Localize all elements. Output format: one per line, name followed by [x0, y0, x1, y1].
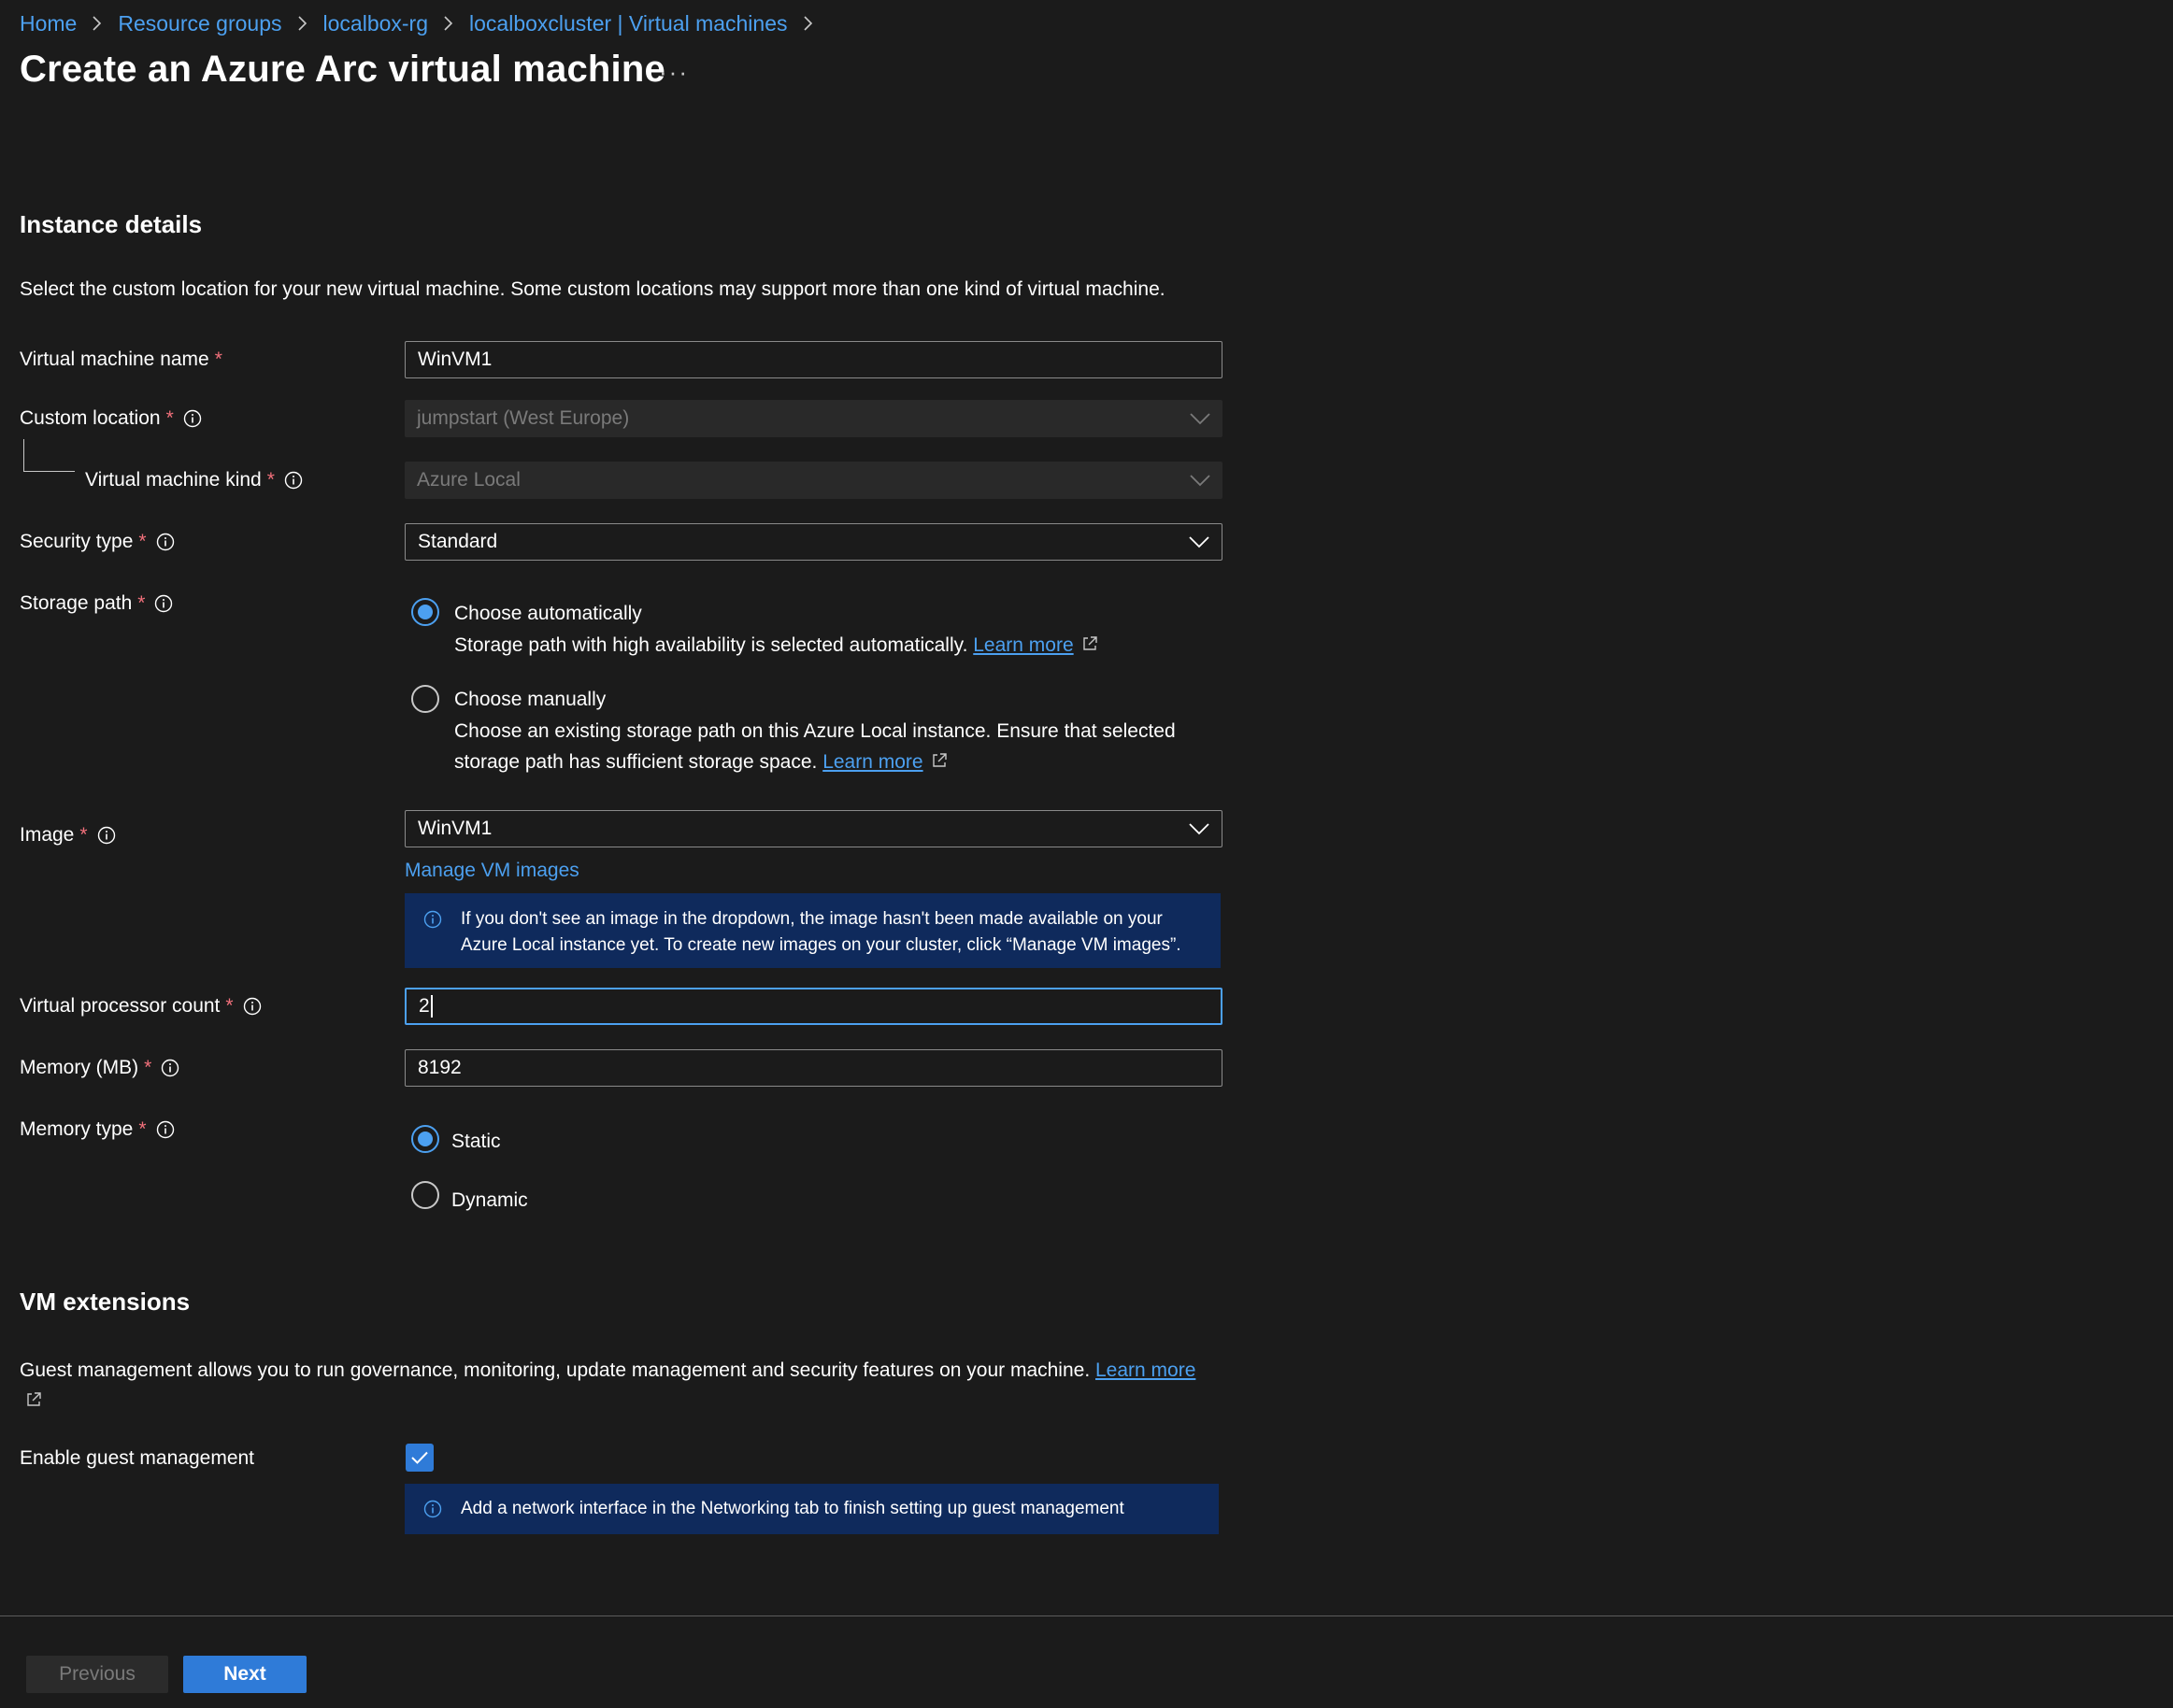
security-type-label: Security type * [20, 523, 175, 561]
breadcrumb-resource-group[interactable]: localbox-rg [323, 11, 429, 36]
text-caret [430, 995, 433, 1018]
security-type-dropdown[interactable]: Standard [405, 523, 1222, 561]
chevron-down-icon [1189, 536, 1209, 548]
learn-more-link[interactable]: Learn more [822, 751, 922, 773]
required-marker: * [138, 1118, 147, 1140]
storage-auto-description: Storage path with high availability is s… [454, 630, 1098, 661]
custom-location-label: Custom location * [20, 400, 202, 437]
checkmark-icon [411, 1451, 428, 1464]
more-options-icon[interactable]: ··· [659, 58, 689, 87]
info-icon[interactable] [161, 1059, 179, 1077]
guest-management-info-box: Add a network interface in the Networkin… [405, 1484, 1219, 1534]
external-link-icon [1081, 635, 1098, 652]
footer-divider [0, 1615, 2173, 1616]
vm-extensions-heading: VM extensions [20, 1288, 191, 1316]
info-icon[interactable] [97, 826, 116, 845]
next-button[interactable]: Next [183, 1656, 307, 1693]
chevron-down-icon [1189, 823, 1209, 835]
info-icon[interactable] [243, 997, 262, 1016]
storage-manual-label[interactable]: Choose manually [454, 689, 606, 711]
chevron-right-icon [92, 15, 103, 32]
storage-manual-radio[interactable] [411, 685, 439, 713]
learn-more-link[interactable]: Learn more [973, 634, 1073, 656]
chevron-down-icon [1190, 475, 1210, 487]
required-marker: * [137, 592, 146, 614]
image-info-box: If you don't see an image in the dropdow… [405, 893, 1221, 968]
image-label: Image * [20, 817, 116, 854]
memory-static-radio[interactable] [411, 1125, 439, 1153]
required-marker: * [225, 995, 234, 1017]
storage-path-label: Storage path * [20, 585, 173, 622]
chevron-down-icon [1190, 413, 1210, 425]
required-marker: * [165, 407, 174, 429]
vcpu-input[interactable]: 2 [405, 988, 1222, 1025]
required-marker: * [266, 469, 275, 491]
memory-dynamic-radio[interactable] [411, 1181, 439, 1209]
instance-details-description: Select the custom location for your new … [20, 278, 1165, 300]
required-marker: * [214, 349, 222, 370]
external-link-icon [25, 1391, 42, 1408]
previous-button[interactable]: Previous [26, 1656, 168, 1693]
info-icon[interactable] [154, 594, 173, 613]
vm-kind-dropdown: Azure Local [405, 462, 1222, 499]
guest-management-label: Enable guest management [20, 1447, 255, 1469]
info-icon[interactable] [183, 409, 202, 428]
learn-more-link[interactable]: Learn more [1095, 1359, 1195, 1381]
image-dropdown[interactable]: WinVM1 [405, 810, 1222, 847]
breadcrumb: Home Resource groups localbox-rg localbo… [20, 7, 829, 39]
breadcrumb-resource-groups[interactable]: Resource groups [118, 11, 281, 36]
info-icon [423, 910, 442, 929]
vcpu-label: Virtual processor count * [20, 988, 262, 1025]
info-icon[interactable] [156, 533, 175, 551]
info-icon[interactable] [156, 1120, 175, 1139]
chevron-right-icon [803, 15, 814, 32]
memory-dynamic-label[interactable]: Dynamic [451, 1189, 528, 1212]
instance-details-heading: Instance details [20, 210, 203, 238]
chevron-right-icon [297, 15, 308, 32]
vm-name-input[interactable]: WinVM1 [405, 341, 1222, 378]
required-marker: * [138, 531, 147, 552]
vm-extensions-description: Guest management allows you to run gover… [20, 1355, 1235, 1416]
required-marker: * [144, 1057, 152, 1078]
tree-connector [23, 439, 75, 472]
breadcrumb-virtual-machines[interactable]: localboxcluster | Virtual machines [469, 11, 788, 36]
memory-static-label[interactable]: Static [451, 1131, 501, 1153]
storage-auto-label[interactable]: Choose automatically [454, 603, 642, 625]
info-icon[interactable] [284, 471, 303, 490]
page-title: Create an Azure Arc virtual machine [20, 49, 665, 90]
guest-management-checkbox[interactable] [406, 1444, 434, 1472]
storage-manual-description: Choose an existing storage path on this … [454, 720, 1176, 773]
breadcrumb-home[interactable]: Home [20, 11, 77, 36]
memory-label: Memory (MB) * [20, 1049, 179, 1087]
storage-auto-radio[interactable] [411, 598, 439, 626]
required-marker: * [79, 824, 88, 846]
external-link-icon [931, 752, 948, 769]
custom-location-dropdown: jumpstart (West Europe) [405, 400, 1222, 437]
memory-type-label: Memory type * [20, 1111, 175, 1148]
manage-vm-images-link[interactable]: Manage VM images [405, 860, 579, 882]
memory-input[interactable]: 8192 [405, 1049, 1222, 1087]
vm-kind-label: Virtual machine kind * [85, 462, 303, 499]
vm-name-label: Virtual machine name * [20, 349, 222, 370]
info-icon [423, 1500, 442, 1518]
chevron-right-icon [443, 15, 454, 32]
